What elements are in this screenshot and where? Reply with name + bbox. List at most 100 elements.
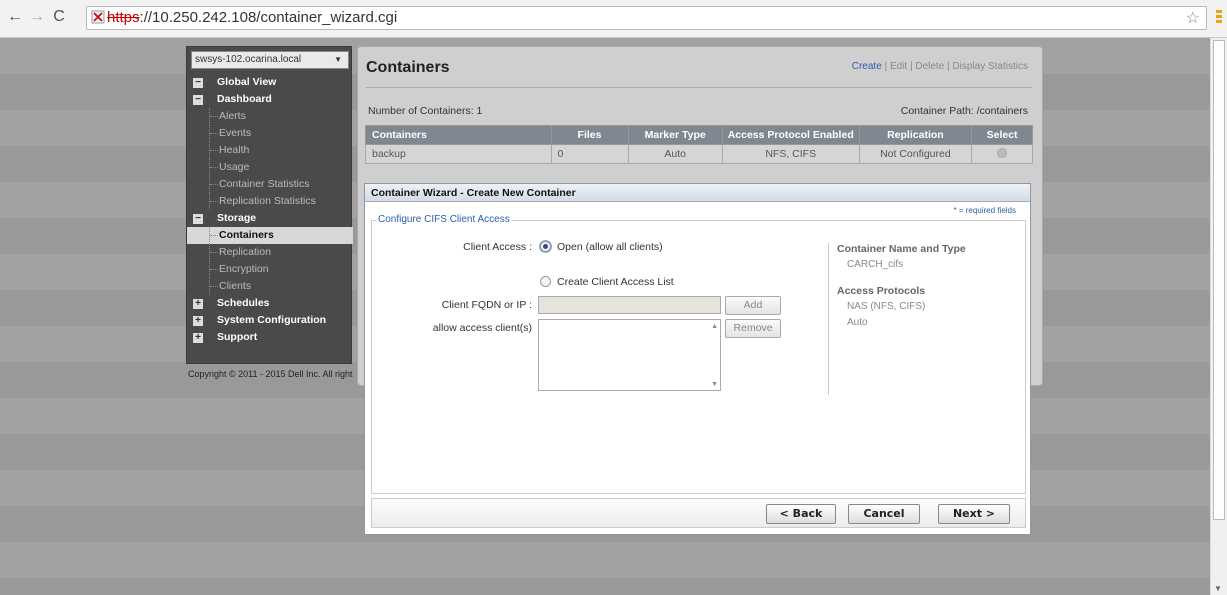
sidebar-item-alerts[interactable]: Alerts: [187, 108, 353, 125]
tree-connector: [209, 125, 218, 142]
expand-icon[interactable]: +: [193, 299, 203, 309]
sidebar-item-label: Alerts: [219, 110, 246, 122]
host-select-value: swsys-102.ocarina.local: [195, 54, 302, 65]
column-header[interactable]: Access Protocol Enabled: [721, 125, 860, 145]
sidebar-item-system-configuration[interactable]: + System Configuration: [187, 312, 353, 329]
column-header[interactable]: Select: [971, 125, 1033, 145]
next-button[interactable]: Next >: [938, 504, 1010, 524]
action-separator: |: [909, 61, 913, 72]
column-header[interactable]: Marker Type: [627, 125, 723, 145]
edit-link[interactable]: Edit: [890, 61, 907, 72]
create-link[interactable]: Create: [852, 61, 882, 72]
page-title: Containers: [366, 59, 450, 76]
insecure-lock-icon: [91, 10, 105, 24]
sidebar-item-global-view[interactable]: − Global View: [187, 74, 353, 91]
sidebar-item-label: Support: [217, 331, 258, 343]
tree-connector: [209, 278, 218, 295]
container-wizard-dialog: Container Wizard - Create New Container …: [364, 183, 1031, 535]
scroll-down-icon[interactable]: ▼: [711, 381, 718, 388]
cancel-button[interactable]: Cancel: [848, 504, 920, 524]
marker-type-cell: Auto: [627, 144, 723, 164]
address-bar[interactable]: https://10.250.242.108/container_wizard.…: [86, 6, 1207, 30]
tree-connector: [209, 176, 218, 193]
copyright-text: Copyright © 2011 - 2015 Dell Inc. All ri…: [188, 369, 353, 379]
sidebar-item-label: Replication: [219, 246, 271, 258]
marker-type-value: Auto: [847, 317, 868, 328]
sidebar-item-container-statistics[interactable]: Container Statistics: [187, 176, 353, 193]
column-header[interactable]: Containers: [365, 125, 552, 145]
chevron-down-icon: ▼: [334, 55, 342, 64]
collapse-icon[interactable]: −: [193, 214, 203, 224]
action-separator: |: [947, 61, 950, 72]
tree-connector: [209, 261, 218, 278]
sidebar-item-health[interactable]: Health: [187, 142, 353, 159]
files-cell: 0: [550, 144, 629, 164]
sidebar-item-label: System Configuration: [217, 314, 327, 326]
required-fields-note: * = required fields: [953, 206, 1016, 215]
divider: [366, 87, 1032, 88]
container-path: Container Path: /containers: [900, 105, 1028, 117]
container-name-cell: backup: [365, 144, 552, 164]
sidebar-item-usage[interactable]: Usage: [187, 159, 353, 176]
remove-button[interactable]: Remove: [725, 319, 781, 338]
display-statistics-link[interactable]: Display Statistics: [952, 61, 1028, 72]
back-button[interactable]: < Back: [766, 504, 836, 524]
reload-icon[interactable]: C: [50, 8, 68, 26]
sidebar-item-events[interactable]: Events: [187, 125, 353, 142]
access-protocols-title: Access Protocols: [837, 285, 926, 297]
allow-access-label: allow access client(s): [432, 322, 532, 334]
tree-connector: [209, 108, 218, 125]
sidebar-item-encryption[interactable]: Encryption: [187, 261, 353, 278]
table-row[interactable]: backup 0 Auto NFS, CIFS Not Configured: [365, 144, 1033, 164]
open-access-label[interactable]: Open (allow all clients): [557, 241, 663, 253]
scroll-up-icon[interactable]: ▲: [711, 323, 718, 330]
access-list-radio[interactable]: [540, 276, 551, 287]
table-header-row: Containers Files Marker Type Access Prot…: [365, 125, 1033, 145]
tree-connector: [209, 227, 218, 244]
host-select[interactable]: swsys-102.ocarina.local ▼: [191, 51, 349, 69]
row-select-radio[interactable]: [997, 147, 1008, 158]
url-text: ://10.250.242.108/container_wizard.cgi: [139, 9, 398, 26]
scroll-down-icon[interactable]: ▼: [1214, 584, 1222, 593]
client-fqdn-input[interactable]: [538, 296, 721, 314]
collapse-icon[interactable]: −: [193, 78, 203, 88]
info-divider: [828, 243, 829, 395]
sidebar-item-label: Dashboard: [217, 93, 272, 105]
sidebar-item-label: Usage: [219, 161, 250, 173]
bookmark-star-icon[interactable]: ☆: [1186, 8, 1200, 30]
tree-connector: [209, 193, 218, 210]
expand-icon[interactable]: +: [193, 316, 203, 326]
back-arrow-icon[interactable]: ←: [6, 8, 24, 26]
scrollbar-thumb[interactable]: [1213, 40, 1225, 520]
sidebar-item-label: Clients: [219, 280, 252, 292]
sidebar-item-storage[interactable]: − Storage: [187, 210, 353, 227]
sidebar-item-support[interactable]: + Support: [187, 329, 353, 346]
delete-link[interactable]: Delete: [915, 61, 944, 72]
forward-arrow-icon[interactable]: →: [28, 8, 46, 26]
sidebar-item-containers[interactable]: Containers: [187, 227, 353, 244]
sidebar-item-label: Health: [219, 144, 250, 156]
add-button[interactable]: Add: [725, 296, 781, 315]
protocol-cell: NFS, CIFS: [721, 144, 860, 164]
column-header[interactable]: Files: [550, 125, 629, 145]
sidebar-item-clients[interactable]: Clients: [187, 278, 353, 295]
column-header[interactable]: Replication: [858, 125, 973, 145]
sidebar-item-schedules[interactable]: + Schedules: [187, 295, 353, 312]
expand-icon[interactable]: +: [193, 333, 203, 343]
url-scheme: https: [107, 9, 140, 26]
browser-menu-icon[interactable]: [1216, 10, 1222, 26]
allowed-clients-list[interactable]: ▲ ▼: [538, 319, 721, 391]
name-type-title: Container Name and Type: [837, 243, 966, 255]
page-scrollbar[interactable]: ▼: [1210, 38, 1227, 595]
collapse-icon[interactable]: −: [193, 95, 203, 105]
sidebar-item-replication[interactable]: Replication: [187, 244, 353, 261]
containers-table: Containers Files Marker Type Access Prot…: [365, 125, 1033, 164]
sidebar-item-label: Storage: [217, 212, 257, 224]
open-access-radio[interactable]: [540, 241, 551, 252]
access-protocols-value: NAS (NFS, CIFS): [847, 301, 926, 312]
sidebar-item-replication-statistics[interactable]: Replication Statistics: [187, 193, 353, 210]
sidebar-item-label: Container Statistics: [219, 178, 310, 190]
browser-toolbar: ← → C https://10.250.242.108/container_w…: [0, 0, 1227, 38]
access-list-label[interactable]: Create Client Access List: [557, 276, 674, 288]
sidebar-item-dashboard[interactable]: − Dashboard: [187, 91, 353, 108]
